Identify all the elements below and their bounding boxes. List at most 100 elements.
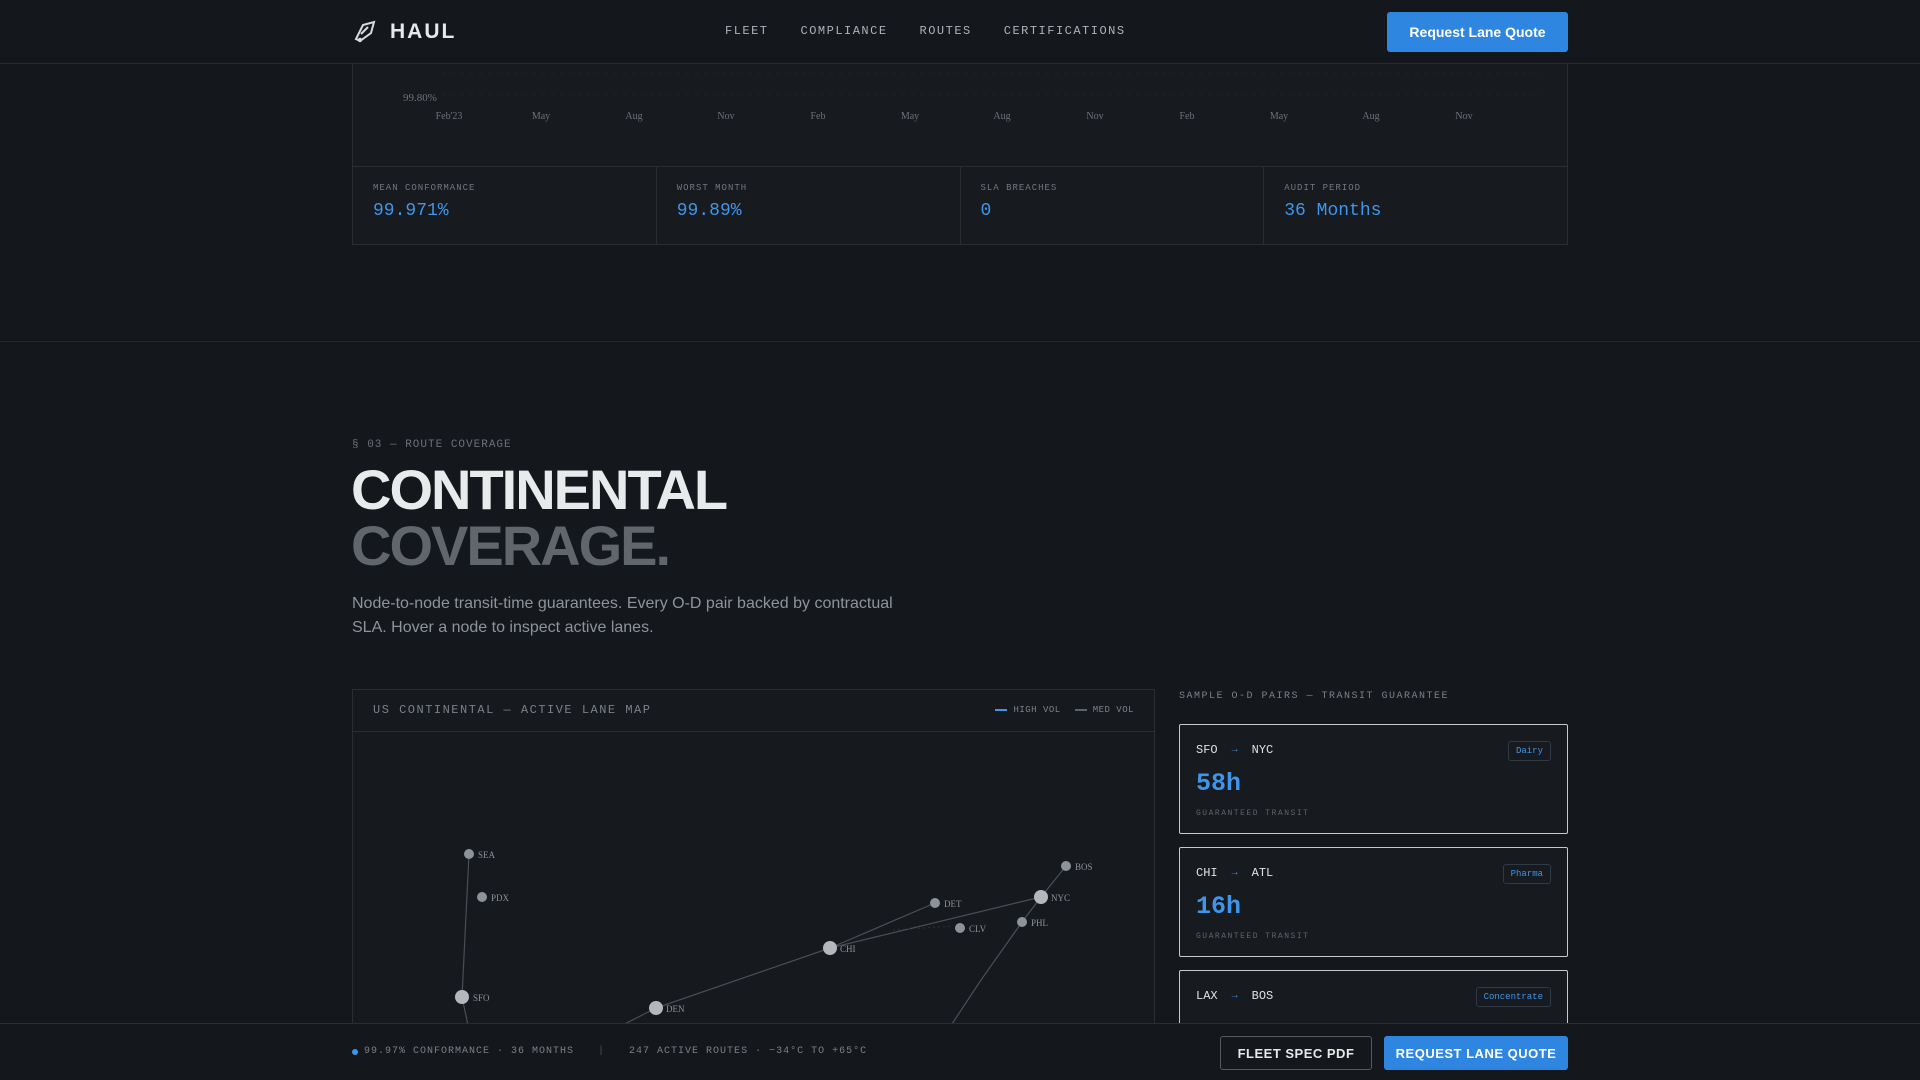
lane-chi-det — [829, 902, 936, 949]
section-lead: Node-to-node transit-time guarantees. Ev… — [352, 595, 893, 636]
top-nav: HAUL FLEET COMPLIANCE ROUTES CERTIFICATI… — [0, 0, 1920, 64]
stat-label: SLA BREACHES — [980, 183, 1058, 193]
pair-subtitle: GUARANTEED TRANSIT — [1196, 932, 1310, 941]
pair-destination: BOS — [1251, 989, 1274, 1003]
arrow-right-icon: → — [1231, 744, 1238, 756]
pair-tag: Dairy — [1507, 741, 1551, 761]
brand-name: HAUL — [390, 20, 457, 43]
status-dot-icon — [352, 1048, 358, 1055]
lane-phl-south — [980, 921, 1023, 981]
lane-cle-link — [892, 925, 954, 931]
map-node-bos[interactable]: BOS — [1061, 861, 1093, 872]
map-node-pdx[interactable]: PDX — [477, 892, 510, 903]
node-label: PDX — [491, 893, 510, 903]
pair-origin: CHI — [1196, 866, 1218, 880]
lane-map-canvas: SEA PDX SFO DEN CHI DET CLV NYC BOS PHL — [455, 849, 1093, 1031]
pair-tag: Concentrate — [1475, 987, 1551, 1007]
pair-tag: Pharma — [1502, 864, 1551, 884]
sticky-bottom-bar: 99.97% CONFORMANCE · 36 MONTHS | 247 ACT… — [0, 1023, 1920, 1080]
section-title-line1: CONTINENTAL — [351, 458, 728, 521]
stat-value: 0 — [980, 201, 992, 221]
section-title-line2: COVERAGE. — [351, 514, 671, 577]
stat-value: 99.89% — [676, 201, 742, 221]
conformance-status: 99.97% CONFORMANCE · 36 MONTHS — [364, 1046, 575, 1057]
month-tick: Feb'23 — [435, 111, 463, 122]
map-node-phl[interactable]: PHL — [1017, 917, 1048, 928]
fleet-spec-pdf-button[interactable]: FLEET SPEC PDF — [1220, 1036, 1372, 1070]
section-title: CONTINENTAL COVERAGE. — [351, 458, 728, 577]
node-label: NYC — [1051, 893, 1070, 903]
status-readout: 99.97% CONFORMANCE · 36 MONTHS | 247 ACT… — [352, 1046, 867, 1057]
section-eyebrow: § 03 — ROUTE COVERAGE — [352, 439, 512, 451]
map-node-sea[interactable]: SEA — [464, 849, 496, 860]
y-axis-tick: 99.80% — [403, 92, 437, 104]
month-tick: Aug — [1362, 111, 1380, 122]
map-node-chi[interactable]: CHI — [823, 941, 856, 955]
stat-label: AUDIT PERIOD — [1284, 183, 1362, 193]
pair-destination: ATL — [1251, 866, 1274, 880]
stat-value: 36 Months — [1284, 201, 1382, 221]
pair-route: CHI → ATL — [1196, 866, 1273, 880]
section-divider — [0, 341, 1920, 342]
nav-link-routes[interactable]: ROUTES — [920, 24, 972, 38]
stat-row: MEAN CONFORMANCE 99.971% WORST MONTH 99.… — [353, 166, 1567, 244]
map-node-clv[interactable]: CLV — [955, 923, 987, 934]
request-lane-quote-button[interactable]: Request Lane Quote — [1387, 12, 1568, 52]
node-label: CLV — [969, 924, 987, 934]
request-lane-quote-bottom-button[interactable]: REQUEST LANE QUOTE — [1384, 1036, 1568, 1070]
month-tick: Nov — [1086, 111, 1104, 122]
pair-destination: NYC — [1251, 743, 1274, 757]
map-node-nyc[interactable]: NYC — [1034, 890, 1070, 904]
stat-sla-breaches: SLA BREACHES 0 — [961, 167, 1265, 244]
arrow-right-icon: → — [1231, 990, 1238, 1002]
nav-links: FLEET COMPLIANCE ROUTES CERTIFICATIONS — [725, 24, 1126, 38]
month-tick: May — [1269, 111, 1289, 122]
lane-map: US CONTINENTAL — ACTIVE LANE MAP HIGH VO… — [352, 689, 1155, 1080]
stat-worst-month: WORST MONTH 99.89% — [657, 167, 961, 244]
pair-hours: 58h — [1196, 769, 1242, 798]
map-node-den[interactable]: DEN — [649, 1001, 685, 1015]
month-tick: Nov — [717, 111, 735, 122]
node-label: SEA — [478, 850, 496, 860]
node-label: PHL — [1031, 918, 1048, 928]
arrow-right-icon: → — [1231, 867, 1238, 879]
map-node-sfo[interactable]: SFO — [455, 990, 490, 1004]
node-label: SFO — [473, 993, 490, 1003]
status-separator: | — [598, 1046, 606, 1057]
map-node-det[interactable]: DET — [930, 898, 962, 909]
node-label: CHI — [840, 944, 856, 954]
month-axis: Feb'23 May Aug Nov Feb May Aug Nov Feb M… — [353, 111, 1567, 127]
node-label: DET — [944, 899, 962, 909]
od-pair-card[interactable]: SFO → NYC Dairy 58h GUARANTEED TRANSIT — [1179, 724, 1568, 834]
pair-subtitle: GUARANTEED TRANSIT — [1196, 809, 1310, 818]
pair-origin: SFO — [1196, 743, 1218, 757]
stat-label: WORST MONTH — [676, 183, 748, 193]
node-label: BOS — [1075, 862, 1093, 872]
stat-mean-conformance: MEAN CONFORMANCE 99.971% — [353, 167, 657, 244]
node-label: DEN — [666, 1004, 685, 1014]
nav-link-fleet[interactable]: FLEET — [725, 24, 769, 38]
pair-hours: 16h — [1196, 892, 1242, 921]
month-tick: Nov — [1455, 111, 1473, 122]
truck-arrow-icon — [354, 20, 376, 43]
month-tick: Feb — [1179, 111, 1195, 122]
pairs-label: SAMPLE O-D PAIRS — TRANSIT GUARANTEE — [1179, 691, 1450, 702]
month-tick: May — [900, 111, 920, 122]
pair-origin: LAX — [1196, 989, 1218, 1003]
stat-label: MEAN CONFORMANCE — [373, 183, 476, 193]
stat-value: 99.971% — [373, 201, 449, 221]
stat-audit-period: AUDIT PERIOD 36 Months — [1264, 167, 1567, 244]
month-tick: Aug — [993, 111, 1011, 122]
nav-link-compliance[interactable]: COMPLIANCE — [801, 24, 888, 38]
month-tick: May — [531, 111, 551, 122]
pair-route: LAX → BOS — [1196, 989, 1273, 1003]
pair-route: SFO → NYC — [1196, 743, 1273, 757]
active-routes-status: 247 ACTIVE ROUTES · −34°C TO +65°C — [629, 1046, 868, 1057]
month-tick: Feb — [810, 111, 826, 122]
lane-sea-sfo — [461, 853, 470, 998]
brand-logo[interactable]: HAUL — [352, 18, 456, 46]
od-pair-card[interactable]: CHI → ATL Pharma 16h GUARANTEED TRANSIT — [1179, 847, 1568, 957]
nav-link-certifications[interactable]: CERTIFICATIONS — [1004, 24, 1126, 38]
conformance-chart-grid — [443, 73, 1543, 95]
conformance-panel: 99.80% Feb'23 May Aug Nov Feb May Aug No… — [352, 64, 1568, 245]
